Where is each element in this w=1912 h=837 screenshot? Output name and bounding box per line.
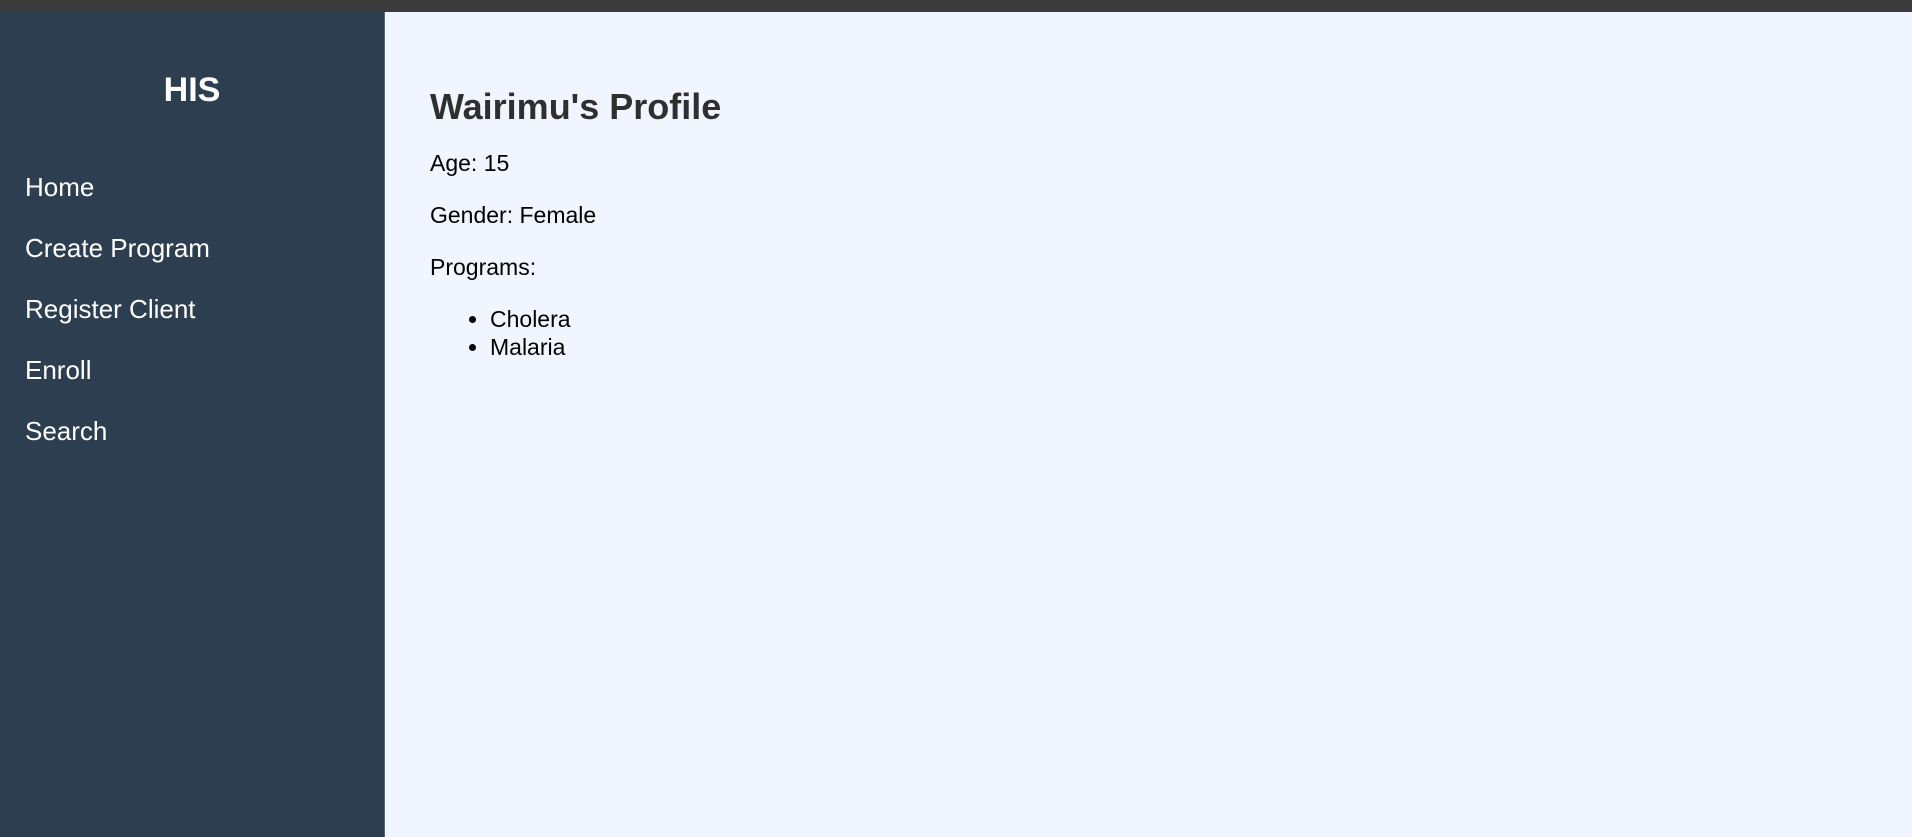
- app-layout: HIS Home Create Program Register Client …: [0, 12, 1912, 837]
- profile-age: Age: 15: [430, 149, 510, 176]
- sidebar-item-create-program: Create Program: [25, 233, 384, 264]
- list-item: Malaria: [490, 333, 1912, 361]
- sidebar-item-enroll: Enroll: [25, 355, 384, 386]
- program-list: Cholera Malaria: [430, 305, 1912, 361]
- programs-label: Programs:: [430, 253, 537, 280]
- sidebar: HIS Home Create Program Register Client …: [0, 12, 385, 837]
- program-name: Cholera: [490, 305, 571, 332]
- sidebar-link-search[interactable]: Search: [25, 416, 107, 447]
- sidebar-link-register-client[interactable]: Register Client: [25, 294, 196, 325]
- program-name: Malaria: [490, 333, 566, 360]
- list-item: Cholera: [490, 305, 1912, 333]
- profile-gender: Gender: Female: [430, 201, 597, 228]
- sidebar-link-create-program[interactable]: Create Program: [25, 233, 210, 264]
- sidebar-link-home[interactable]: Home: [25, 172, 94, 203]
- sidebar-item-search: Search: [25, 416, 384, 447]
- sidebar-item-register-client: Register Client: [25, 294, 384, 325]
- main-content: Wairimu's Profile Age: 15 Gender: Female…: [385, 12, 1912, 837]
- brand-title: HIS: [163, 71, 221, 109]
- sidebar-nav: Home Create Program Register Client Enro…: [0, 172, 384, 447]
- profile-title: Wairimu's Profile: [430, 86, 722, 127]
- sidebar-item-home: Home: [25, 172, 384, 203]
- sidebar-link-enroll[interactable]: Enroll: [25, 355, 91, 386]
